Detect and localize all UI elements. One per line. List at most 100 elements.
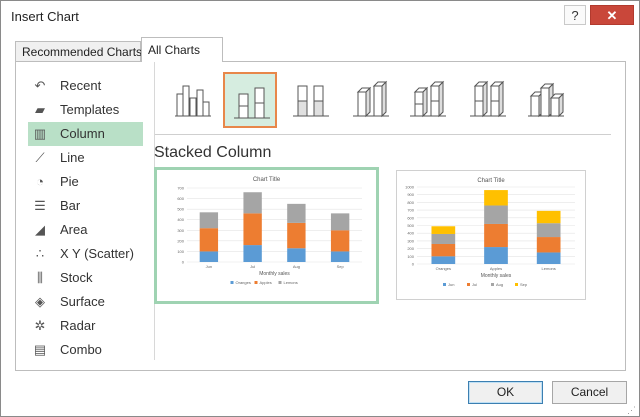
subtype-title: Stacked Column xyxy=(154,144,272,161)
x-tick-label: Lemons xyxy=(542,266,556,271)
legend-label: Oranges xyxy=(236,280,251,285)
sidebar-item-label: Line xyxy=(60,150,85,165)
bar-oranges-jul xyxy=(243,245,262,262)
x-tick-label: Jun xyxy=(206,264,212,269)
sidebar-item-column[interactable]: ▥ Column xyxy=(28,122,143,146)
bar-chart-icon: ☰ xyxy=(34,198,46,213)
title-bar: Insert Chart ? ✕ xyxy=(1,1,639,33)
bar-jul-apples xyxy=(484,223,508,248)
legend-swatch xyxy=(467,283,470,286)
3d-column-icon xyxy=(528,82,565,118)
x-axis-label: Monthly sales xyxy=(481,273,512,279)
tab-all-charts[interactable]: All Charts xyxy=(141,37,223,62)
x-tick-label: Apples xyxy=(490,266,502,271)
subtype-3d-column[interactable] xyxy=(519,72,573,128)
subtype-stacked-column[interactable] xyxy=(223,72,277,128)
chart-preview-2[interactable]: Chart Title 0 100 200 300 400 500 600 700 800 900 1… xyxy=(396,170,586,300)
legend-label: Lemons xyxy=(284,280,298,285)
bar-oranges-aug xyxy=(287,248,306,262)
sidebar-item-label: Bar xyxy=(60,198,81,213)
legend-label: Sep xyxy=(520,282,528,287)
tab-recommended-charts[interactable]: Recommended Charts xyxy=(15,41,142,61)
sidebar-item-pie[interactable]: ◔ Pie xyxy=(28,170,143,194)
sidebar-item-label: Surface xyxy=(60,294,105,309)
y-tick-label: 700 xyxy=(407,208,414,213)
radar-chart-icon: ✲ xyxy=(34,318,46,333)
chart-preview-1[interactable]: Chart Title 0 100 200 300 400 500 600 700 Jun Jul A… xyxy=(154,167,379,304)
bar-apples-jun xyxy=(199,228,219,252)
sidebar-item-combo[interactable]: ▤ Combo xyxy=(28,338,143,362)
sidebar-item-recent[interactable]: ↶ Recent xyxy=(28,74,143,98)
bar-lemons-aug xyxy=(287,203,306,223)
subtype-100-percent-stacked-column[interactable] xyxy=(284,72,338,128)
bar-jul-oranges xyxy=(431,243,456,257)
bar-apples-aug xyxy=(287,222,306,249)
legend-swatch xyxy=(443,283,446,286)
y-tick-label: 700 xyxy=(177,186,184,191)
subtype-clustered-column[interactable] xyxy=(166,72,220,128)
sidebar-item-templates[interactable]: ▰ Templates xyxy=(28,98,143,122)
stock-chart-icon: ⫼ xyxy=(37,270,43,285)
templates-folder-icon: ▰ xyxy=(35,102,45,117)
insert-chart-dialog: Insert Chart ? ✕ Recommended Charts All … xyxy=(0,0,640,417)
3d-clustered-column-icon xyxy=(353,80,389,118)
pie-chart-icon: ◔ xyxy=(36,174,44,189)
y-tick-label: 600 xyxy=(177,196,184,201)
y-tick-label: 100 xyxy=(407,254,414,259)
chart-title: Chart Title xyxy=(477,178,505,184)
bar-oranges-sep xyxy=(330,251,350,262)
bar-jun-lemons xyxy=(536,252,561,264)
y-tick-label: 300 xyxy=(177,228,184,233)
chart-subtype-gallery xyxy=(154,72,624,132)
clustered-column-icon xyxy=(175,85,211,117)
legend-swatch xyxy=(230,281,234,284)
sidebar-item-line[interactable]: ⟋ Line xyxy=(28,146,143,170)
legend-label: Jul xyxy=(472,282,477,287)
subtype-3d-stacked-column[interactable] xyxy=(401,72,455,128)
y-tick-label: 500 xyxy=(407,223,414,228)
bar-lemons-jul xyxy=(243,192,262,214)
legend-label: Jun xyxy=(448,282,454,287)
y-tick-label: 500 xyxy=(177,207,184,212)
x-axis-label: Monthly sales xyxy=(259,271,290,277)
sidebar-item-label: Templates xyxy=(60,102,120,117)
legend-label: Aug xyxy=(496,282,503,287)
y-tick-label: 900 xyxy=(407,192,414,197)
close-button[interactable]: ✕ xyxy=(590,5,634,25)
preview-chart-2: Chart Title 0 100 200 300 400 500 600 700 800 900 1… xyxy=(405,178,575,287)
help-button[interactable]: ? xyxy=(564,5,586,25)
y-tick-label: 300 xyxy=(407,238,414,243)
legend-swatch xyxy=(278,281,282,284)
sidebar-item-label: Recent xyxy=(60,78,102,93)
sidebar-item-bar[interactable]: ☰ Bar xyxy=(28,194,143,218)
resize-grip-icon[interactable]: ⋰ xyxy=(627,405,636,416)
dialog-title: Insert Chart xyxy=(11,9,79,24)
subtype-3d-clustered-column[interactable] xyxy=(344,72,398,128)
bar-sep-apples xyxy=(484,190,508,206)
subtype-3d-100-percent-stacked-column[interactable] xyxy=(461,72,515,128)
x-tick-label: Oranges xyxy=(436,266,451,271)
sidebar-item-surface[interactable]: ◈ Surface xyxy=(28,290,143,314)
sidebar-item-label: Pie xyxy=(60,174,79,189)
bar-aug-apples xyxy=(484,205,508,224)
y-tick-label: 0 xyxy=(182,260,185,265)
bar-lemons-jun xyxy=(199,212,219,229)
ok-button[interactable]: OK xyxy=(468,381,543,404)
cancel-button[interactable]: Cancel xyxy=(552,381,627,404)
sidebar-item-stock[interactable]: ⫼ Stock xyxy=(28,266,143,290)
sidebar-item-area[interactable]: ◢ Area xyxy=(28,218,143,242)
sidebar-item-label: Combo xyxy=(60,342,102,357)
3d-100-percent-stacked-column-icon xyxy=(470,80,506,118)
bar-aug-oranges xyxy=(431,233,456,244)
sidebar-item-radar[interactable]: ✲ Radar xyxy=(28,314,143,338)
y-tick-label: 400 xyxy=(177,217,184,222)
sidebar-item-x-y-scatter[interactable]: ∴ X Y (Scatter) xyxy=(28,242,143,266)
y-tick-label: 200 xyxy=(177,238,184,243)
chart-title: Chart Title xyxy=(253,177,281,183)
sidebar-item-label: X Y (Scatter) xyxy=(60,246,134,261)
x-tick-label: Sep xyxy=(337,264,345,269)
scatter-chart-icon: ∴ xyxy=(35,246,45,261)
bar-lemons-sep xyxy=(330,213,350,231)
preview-chart-1: Chart Title 0 100 200 300 400 500 600 700 Jun Jul A… xyxy=(177,177,362,285)
y-tick-label: 400 xyxy=(407,231,414,236)
